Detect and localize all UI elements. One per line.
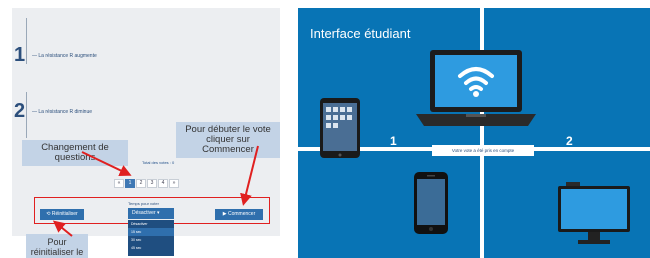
divider [480,8,484,258]
arrow-to-reset-button [52,220,73,237]
monitor-icon [558,182,630,244]
arrow-to-start-button [240,145,259,206]
student-interface-panel: Interface étudiant 1 2 Votre vote a été … [298,8,650,258]
tablet-icon [320,98,360,158]
phone-icon [414,172,448,234]
laptop-icon [416,50,536,126]
panel-title: Interface étudiant [310,26,411,41]
vote-confirmation-message: Votre vote a été pris en compte [432,145,534,156]
zone-number: 2 [566,134,573,148]
zone-number: 1 [390,134,397,148]
teacher-interface-panel: 1 — La résistance R augmente 2 — La rési… [0,0,290,258]
annotation-arrows [52,145,259,237]
arrow-to-pagination [81,151,132,176]
